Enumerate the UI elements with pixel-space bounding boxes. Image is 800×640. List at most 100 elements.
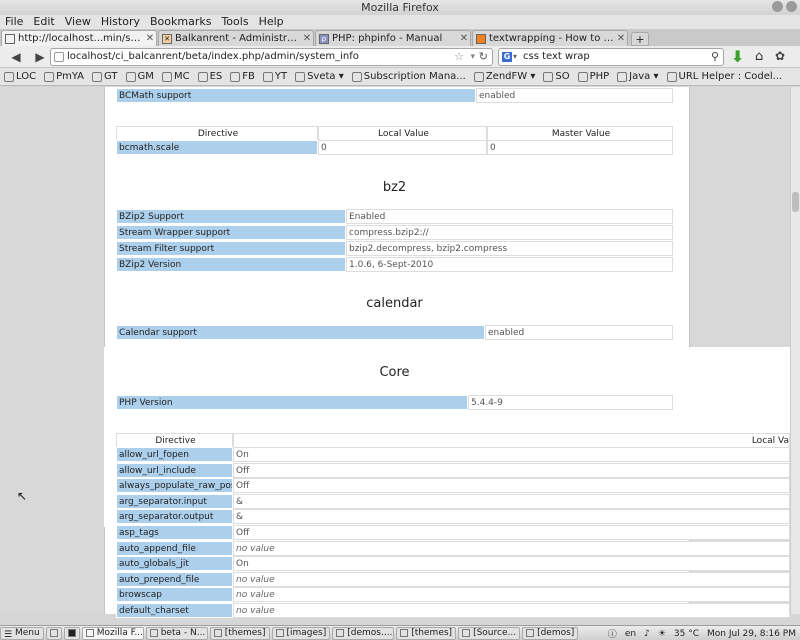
search-engine-icon[interactable]: G [502, 52, 512, 62]
tab-close-icon[interactable]: ✕ [301, 32, 313, 46]
php-version-row: PHP Version 5.4.4-9 [116, 395, 673, 410]
download-icon[interactable]: ⬇ [731, 49, 745, 65]
bookmark-item[interactable]: ZendFW ▾ [473, 71, 535, 82]
bookmark-item[interactable]: Subscription Mana... [351, 71, 466, 82]
bookmark-label: YT [274, 71, 288, 82]
bookmark-item[interactable]: Sveta ▾ [295, 71, 344, 82]
vertical-scrollbar[interactable] [790, 87, 800, 614]
core-directive-row: auto_append_file no value [116, 540, 790, 556]
section-title-core: Core [379, 365, 410, 380]
url-bar[interactable]: localhost/ci_balcanrent/beta/index.php/a… [50, 48, 493, 66]
core-directive-row: default_charset no value [116, 603, 790, 618]
core-directive-row: browscap no value [116, 587, 790, 603]
window-title: Mozilla Firefox [361, 1, 439, 14]
tab-system-info[interactable]: http://localhost...min/system_info ✕ [1, 30, 157, 46]
url-dropdown-icon[interactable]: ▾ [470, 49, 475, 65]
stackoverflow-icon [543, 71, 554, 82]
bookmark-label: PHP [589, 71, 610, 82]
bookmarks-toolbar: LOC PmYA GT GM MC ES FB YT Sveta ▾ Subscription M… [0, 68, 800, 86]
taskbar-window-button[interactable]: [demos] [522, 626, 579, 640]
close-window-button[interactable] [786, 1, 797, 12]
volume-icon[interactable]: ♪ [644, 629, 650, 639]
bookmark-item[interactable]: ES [197, 71, 222, 82]
back-icon[interactable]: ◀ [8, 50, 24, 64]
bcmath-support-row: BCMath support enabled [116, 88, 673, 103]
row-value: no value [233, 540, 790, 556]
taskbar-window-button[interactable]: [Source... [458, 626, 521, 640]
menu-tools[interactable]: Tools [216, 15, 253, 29]
tab-textwrapping[interactable]: textwrapping - How to wrap te... ✕ [472, 30, 628, 46]
taskbar-window-button[interactable]: [themes] [209, 626, 270, 640]
bookmark-item[interactable]: GT [92, 71, 118, 82]
home-icon[interactable]: ⌂ [755, 49, 763, 64]
search-input[interactable]: css text wrap [523, 51, 590, 62]
row-key: default_charset [116, 603, 233, 618]
search-icon[interactable]: ⚲ [711, 49, 719, 65]
clock[interactable]: Mon Jul 29, 8:16 PM [707, 629, 796, 639]
search-bar[interactable]: G ▾ css text wrap ⚲ [498, 48, 724, 66]
tab-close-icon[interactable]: ✕ [458, 32, 470, 46]
new-tab-button[interactable]: + [631, 32, 649, 46]
menu-file[interactable]: File [0, 15, 28, 29]
reload-icon[interactable]: ↻ [479, 49, 488, 65]
taskbar-window-button[interactable]: [demos.... [332, 626, 395, 640]
row-value: enabled [476, 88, 673, 103]
minimize-button[interactable] [772, 1, 783, 12]
translate-icon [92, 71, 103, 82]
bookmark-item[interactable]: URL Helper : Codel... [666, 71, 782, 82]
bookmark-item[interactable]: PHP [577, 71, 610, 82]
window-controls [772, 1, 797, 12]
folder-icon [295, 71, 306, 82]
window-icon [85, 629, 94, 637]
menu-edit[interactable]: Edit [28, 15, 59, 29]
bookmark-item[interactable]: LOC [4, 71, 36, 82]
tab-close-icon[interactable]: ✕ [615, 32, 627, 46]
row-key: bcmath.scale [116, 140, 318, 155]
bookmark-item[interactable]: SO [543, 71, 570, 82]
tab-label: http://localhost...min/system_info [18, 32, 144, 44]
start-menu-button[interactable]: ☰ Menu [0, 626, 44, 640]
bookmark-label: Java ▾ [629, 71, 659, 82]
header-local-value: Local Va [233, 433, 790, 448]
taskbar-window-button[interactable]: [themes] [396, 626, 457, 640]
url-text: localhost/ci_balcanrent/beta/index.php/a… [67, 51, 359, 62]
scrollbar-thumb[interactable] [792, 192, 799, 212]
navigation-bar: ◀ ▶ localhost/ci_balcanrent/beta/index.p… [0, 46, 800, 68]
header-local-value: Local Value [318, 126, 487, 141]
bookmark-item[interactable]: MC [161, 71, 190, 82]
row-master-value: 0 [487, 140, 673, 155]
taskbar-window-button[interactable]: Mozilla F... [81, 626, 144, 640]
bookmark-label: MC [173, 71, 190, 82]
bookmark-item[interactable]: PmYA [44, 71, 84, 82]
bookmark-item[interactable]: GM [125, 71, 154, 82]
gmail-icon [125, 71, 136, 82]
addon-icon[interactable]: ✿ [775, 49, 785, 63]
tab-balkanrent[interactable]: ✕ Balkanrent - Administration ✕ [158, 30, 314, 46]
bookmark-star-icon[interactable]: ☆ [454, 49, 464, 65]
menu-history[interactable]: History [96, 15, 145, 29]
row-key: browscap [116, 587, 233, 603]
bookmark-item[interactable]: Java ▾ [617, 71, 659, 82]
tab-close-icon[interactable]: ✕ [144, 32, 156, 46]
taskbar-window-button[interactable]: beta - N... [145, 626, 208, 640]
menu-bookmarks[interactable]: Bookmarks [145, 15, 216, 29]
taskbar-window-button[interactable]: [images] [271, 626, 331, 640]
info-icon[interactable]: ⓘ [608, 627, 617, 640]
core-directive-row: auto_globals_jit On [116, 556, 790, 572]
mc-icon [161, 71, 172, 82]
row-key: allow_url_fopen [116, 447, 233, 462]
bookmark-label: GT [104, 71, 118, 82]
terminal-button[interactable] [63, 626, 80, 640]
menu-bar: File Edit View History Bookmarks Tools H… [0, 15, 800, 29]
search-engine-dropdown-icon[interactable]: ▾ [513, 49, 517, 65]
bookmark-item[interactable]: FB [230, 71, 255, 82]
section-title-bz2: bz2 [382, 180, 407, 195]
keyboard-lang[interactable]: en [625, 629, 636, 639]
show-desktop-button[interactable] [45, 626, 62, 640]
tab-php-manual[interactable]: p PHP: phpinfo - Manual ✕ [315, 30, 471, 46]
tab-label: PHP: phpinfo - Manual [332, 32, 443, 44]
menu-help[interactable]: Help [254, 15, 289, 29]
menu-view[interactable]: View [60, 15, 96, 29]
forward-icon[interactable]: ▶ [32, 50, 48, 64]
bookmark-item[interactable]: YT [262, 71, 288, 82]
